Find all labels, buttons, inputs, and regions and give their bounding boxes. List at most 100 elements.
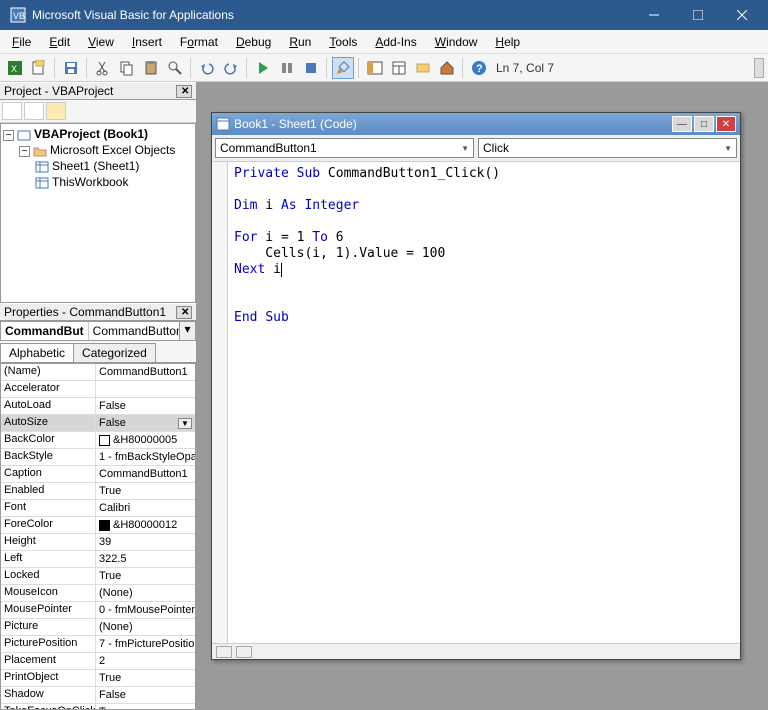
paste-icon[interactable] — [140, 57, 162, 79]
procedure-view-icon[interactable] — [216, 646, 232, 658]
prop-value[interactable]: False▼ — [96, 415, 195, 431]
copy-icon[interactable] — [116, 57, 138, 79]
cut-icon[interactable] — [92, 57, 114, 79]
prop-value[interactable]: CommandButton1 — [96, 364, 195, 380]
prop-row[interactable]: CaptionCommandButton1 — [1, 466, 195, 483]
properties-grid[interactable]: (Name)CommandButton1AcceleratorAutoLoadF… — [0, 363, 196, 710]
toolbox-icon[interactable] — [436, 57, 458, 79]
project-explorer-icon[interactable] — [364, 57, 386, 79]
prop-row[interactable]: Left322.5 — [1, 551, 195, 568]
procedure-dropdown[interactable]: Click ▼ — [478, 138, 737, 158]
dropdown-arrow[interactable]: ▼ — [178, 418, 192, 429]
full-module-view-icon[interactable] — [236, 646, 252, 658]
project-panel-close[interactable]: ✕ — [176, 85, 192, 98]
prop-row[interactable]: Picture(None) — [1, 619, 195, 636]
tree-thisworkbook[interactable]: ThisWorkbook — [3, 174, 193, 190]
project-tree[interactable]: −VBAProject (Book1) −Microsoft Excel Obj… — [0, 123, 196, 303]
prop-value[interactable]: (None) — [96, 585, 195, 601]
minimize-button[interactable] — [632, 0, 676, 30]
find-icon[interactable] — [164, 57, 186, 79]
design-mode-icon[interactable] — [332, 57, 354, 79]
break-icon[interactable] — [276, 57, 298, 79]
menu-window[interactable]: Window — [427, 33, 486, 51]
prop-row[interactable]: ForeColor&H80000012 — [1, 517, 195, 534]
toolbar-overflow[interactable] — [754, 58, 764, 78]
reset-icon[interactable] — [300, 57, 322, 79]
prop-row[interactable]: ShadowFalse — [1, 687, 195, 704]
prop-value[interactable]: 2 — [96, 653, 195, 669]
code-minimize-button[interactable]: — — [672, 116, 692, 132]
tree-sheet1[interactable]: Sheet1 (Sheet1) — [3, 158, 193, 174]
prop-value[interactable]: True — [96, 704, 195, 710]
prop-value[interactable]: CommandButton1 — [96, 466, 195, 482]
menu-edit[interactable]: Edit — [41, 33, 78, 51]
view-excel-icon[interactable]: X — [4, 57, 26, 79]
menu-addins[interactable]: Add-Ins — [367, 33, 424, 51]
prop-value[interactable]: False — [96, 398, 195, 414]
prop-row[interactable]: BackColor&H80000005 — [1, 432, 195, 449]
prop-value[interactable]: &H80000005 — [96, 432, 195, 448]
menu-tools[interactable]: Tools — [321, 33, 365, 51]
props-panel-close[interactable]: ✕ — [176, 306, 192, 319]
menu-insert[interactable]: Insert — [124, 33, 170, 51]
prop-row[interactable]: Height39 — [1, 534, 195, 551]
maximize-button[interactable] — [676, 0, 720, 30]
menu-format[interactable]: Format — [172, 33, 226, 51]
prop-row[interactable]: (Name)CommandButton1 — [1, 364, 195, 381]
menu-run[interactable]: Run — [281, 33, 319, 51]
view-code-icon[interactable] — [2, 102, 22, 120]
prop-row[interactable]: AutoSizeFalse▼ — [1, 415, 195, 432]
tree-root[interactable]: −VBAProject (Book1) — [3, 126, 193, 142]
prop-row[interactable]: BackStyle1 - fmBackStyleOpaque — [1, 449, 195, 466]
props-object-select[interactable]: CommandBut CommandButton ▾ — [0, 321, 196, 341]
menu-debug[interactable]: Debug — [228, 33, 279, 51]
menu-view[interactable]: View — [80, 33, 122, 51]
prop-row[interactable]: LockedTrue — [1, 568, 195, 585]
tab-alphabetic[interactable]: Alphabetic — [0, 343, 74, 362]
undo-icon[interactable] — [196, 57, 218, 79]
prop-row[interactable]: PrintObjectTrue — [1, 670, 195, 687]
tab-categorized[interactable]: Categorized — [73, 343, 156, 362]
prop-row[interactable]: TakeFocusOnClickTrue — [1, 704, 195, 710]
prop-row[interactable]: Accelerator — [1, 381, 195, 398]
props-object-arrow[interactable]: ▾ — [179, 322, 195, 340]
object-dropdown[interactable]: CommandButton1 ▼ — [215, 138, 474, 158]
prop-value[interactable]: 1 - fmBackStyleOpaque — [96, 449, 195, 465]
close-button[interactable] — [720, 0, 764, 30]
menu-help[interactable]: Help — [487, 33, 528, 51]
prop-row[interactable]: Placement2 — [1, 653, 195, 670]
prop-row[interactable]: PicturePosition7 - fmPicturePositionAbov… — [1, 636, 195, 653]
prop-value[interactable]: True — [96, 568, 195, 584]
prop-row[interactable]: EnabledTrue — [1, 483, 195, 500]
object-browser-icon[interactable] — [412, 57, 434, 79]
properties-window-icon[interactable] — [388, 57, 410, 79]
prop-row[interactable]: MousePointer0 - fmMousePointerDefault — [1, 602, 195, 619]
help-icon[interactable]: ? — [468, 57, 490, 79]
prop-value[interactable]: &H80000012 — [96, 517, 195, 533]
insert-module-icon[interactable] — [28, 57, 50, 79]
code-editor[interactable]: Private Sub CommandButton1_Click() Dim i… — [228, 162, 740, 643]
prop-value[interactable]: True — [96, 483, 195, 499]
prop-value[interactable]: (None) — [96, 619, 195, 635]
code-window-titlebar[interactable]: Book1 - Sheet1 (Code) — □ ✕ — [212, 113, 740, 135]
view-object-icon[interactable] — [24, 102, 44, 120]
prop-value[interactable]: Calibri — [96, 500, 195, 516]
prop-row[interactable]: AutoLoadFalse — [1, 398, 195, 415]
prop-value[interactable] — [96, 381, 195, 397]
prop-value[interactable]: 7 - fmPicturePositionAboveCenter — [96, 636, 195, 652]
prop-value[interactable]: 0 - fmMousePointerDefault — [96, 602, 195, 618]
save-icon[interactable] — [60, 57, 82, 79]
menu-file[interactable]: File — [4, 33, 39, 51]
run-icon[interactable] — [252, 57, 274, 79]
prop-row[interactable]: MouseIcon(None) — [1, 585, 195, 602]
prop-value[interactable]: False — [96, 687, 195, 703]
toggle-folders-icon[interactable] — [46, 102, 66, 120]
prop-value[interactable]: True — [96, 670, 195, 686]
code-maximize-button[interactable]: □ — [694, 116, 714, 132]
prop-row[interactable]: FontCalibri — [1, 500, 195, 517]
code-close-button[interactable]: ✕ — [716, 116, 736, 132]
tree-group[interactable]: −Microsoft Excel Objects — [3, 142, 193, 158]
prop-value[interactable]: 322.5 — [96, 551, 195, 567]
redo-icon[interactable] — [220, 57, 242, 79]
prop-value[interactable]: 39 — [96, 534, 195, 550]
